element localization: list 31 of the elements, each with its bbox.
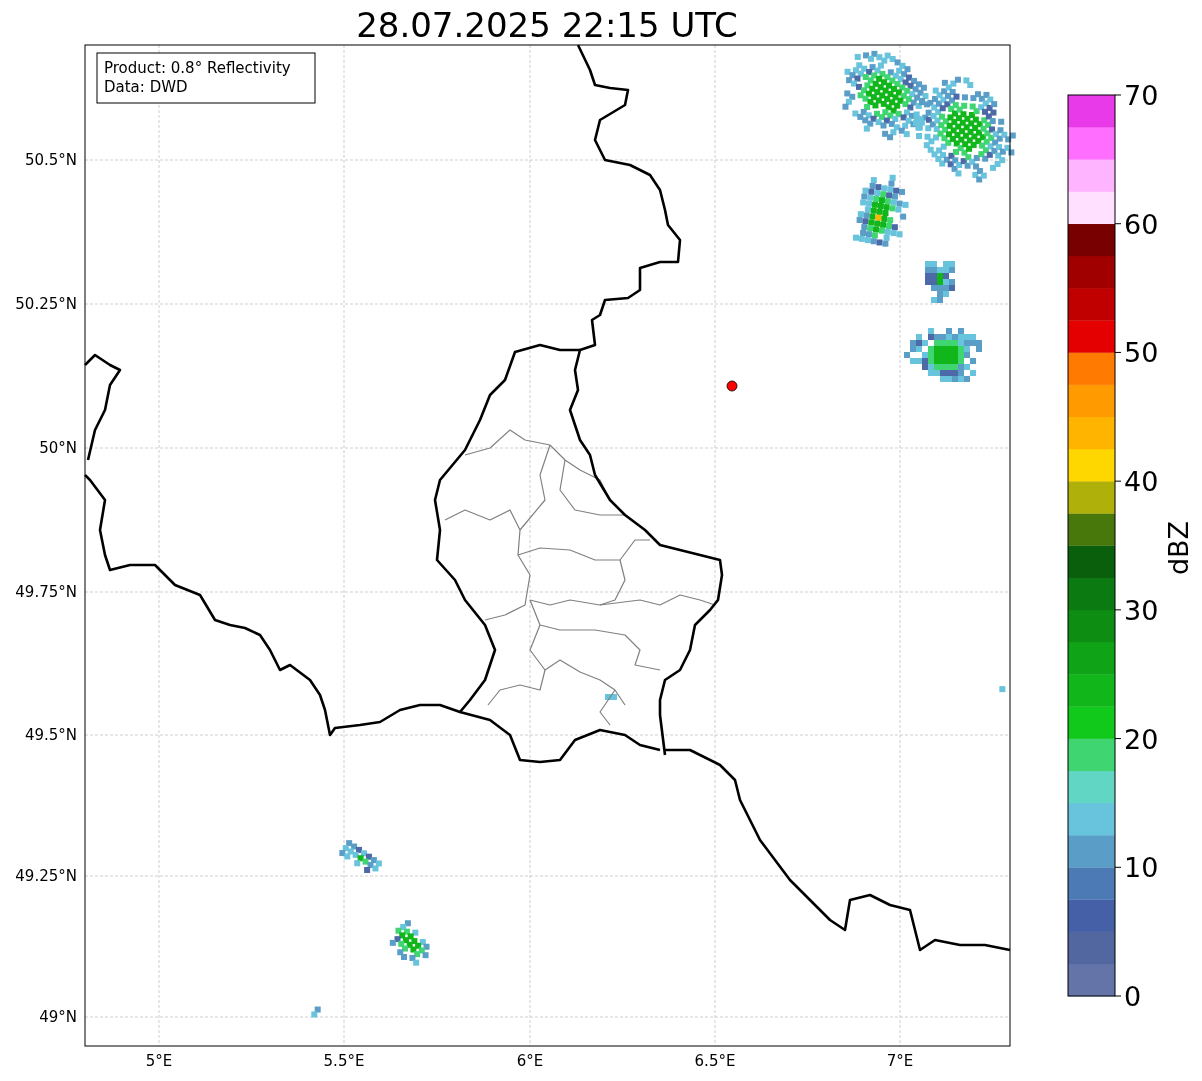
latitude-label: 49.75°N bbox=[15, 583, 77, 601]
station-marker bbox=[726, 380, 738, 392]
radar-echo bbox=[339, 840, 382, 873]
longitude-label: 6°E bbox=[516, 1052, 544, 1070]
data-source-label: Data: DWD bbox=[104, 78, 188, 96]
longitude-label: 5.5°E bbox=[323, 1052, 365, 1070]
radar-echo bbox=[925, 261, 955, 303]
longitude-label: 5°E bbox=[145, 1052, 173, 1070]
latitude-label: 50.5°N bbox=[24, 151, 77, 169]
radar-echo bbox=[605, 694, 617, 700]
colorbar-tick-label: 20 bbox=[1124, 723, 1159, 755]
radar-echo bbox=[389, 920, 430, 966]
radar-echo bbox=[311, 1006, 321, 1018]
colorbar-tick-label: 50 bbox=[1124, 337, 1159, 369]
latitude-label: 49.5°N bbox=[24, 726, 77, 744]
latitude-label: 50°N bbox=[39, 439, 77, 457]
colorbar-tick-label: 60 bbox=[1124, 208, 1159, 240]
colorbar-tick-label: 30 bbox=[1124, 594, 1159, 626]
longitude-label: 6.5°E bbox=[694, 1052, 736, 1070]
latitude-label: 50.25°N bbox=[15, 295, 77, 313]
chart-title: 28.07.2025 22:15 UTC bbox=[356, 5, 738, 45]
colorbar-tick-label: 70 bbox=[1124, 80, 1159, 111]
colorbar-tick-label: 40 bbox=[1124, 466, 1159, 498]
colorbar-tick-label: 10 bbox=[1124, 852, 1159, 884]
colorbar-tick-label: 0 bbox=[1124, 981, 1142, 1012]
longitude-label: 7°E bbox=[886, 1052, 914, 1070]
colorbar-label: dBZ bbox=[1163, 520, 1194, 576]
radar-echo bbox=[999, 686, 1006, 693]
product-label: Product: 0.8° Reflectivity bbox=[104, 59, 291, 77]
latitude-label: 49°N bbox=[39, 1008, 77, 1026]
latitude-label: 49.25°N bbox=[15, 867, 77, 885]
